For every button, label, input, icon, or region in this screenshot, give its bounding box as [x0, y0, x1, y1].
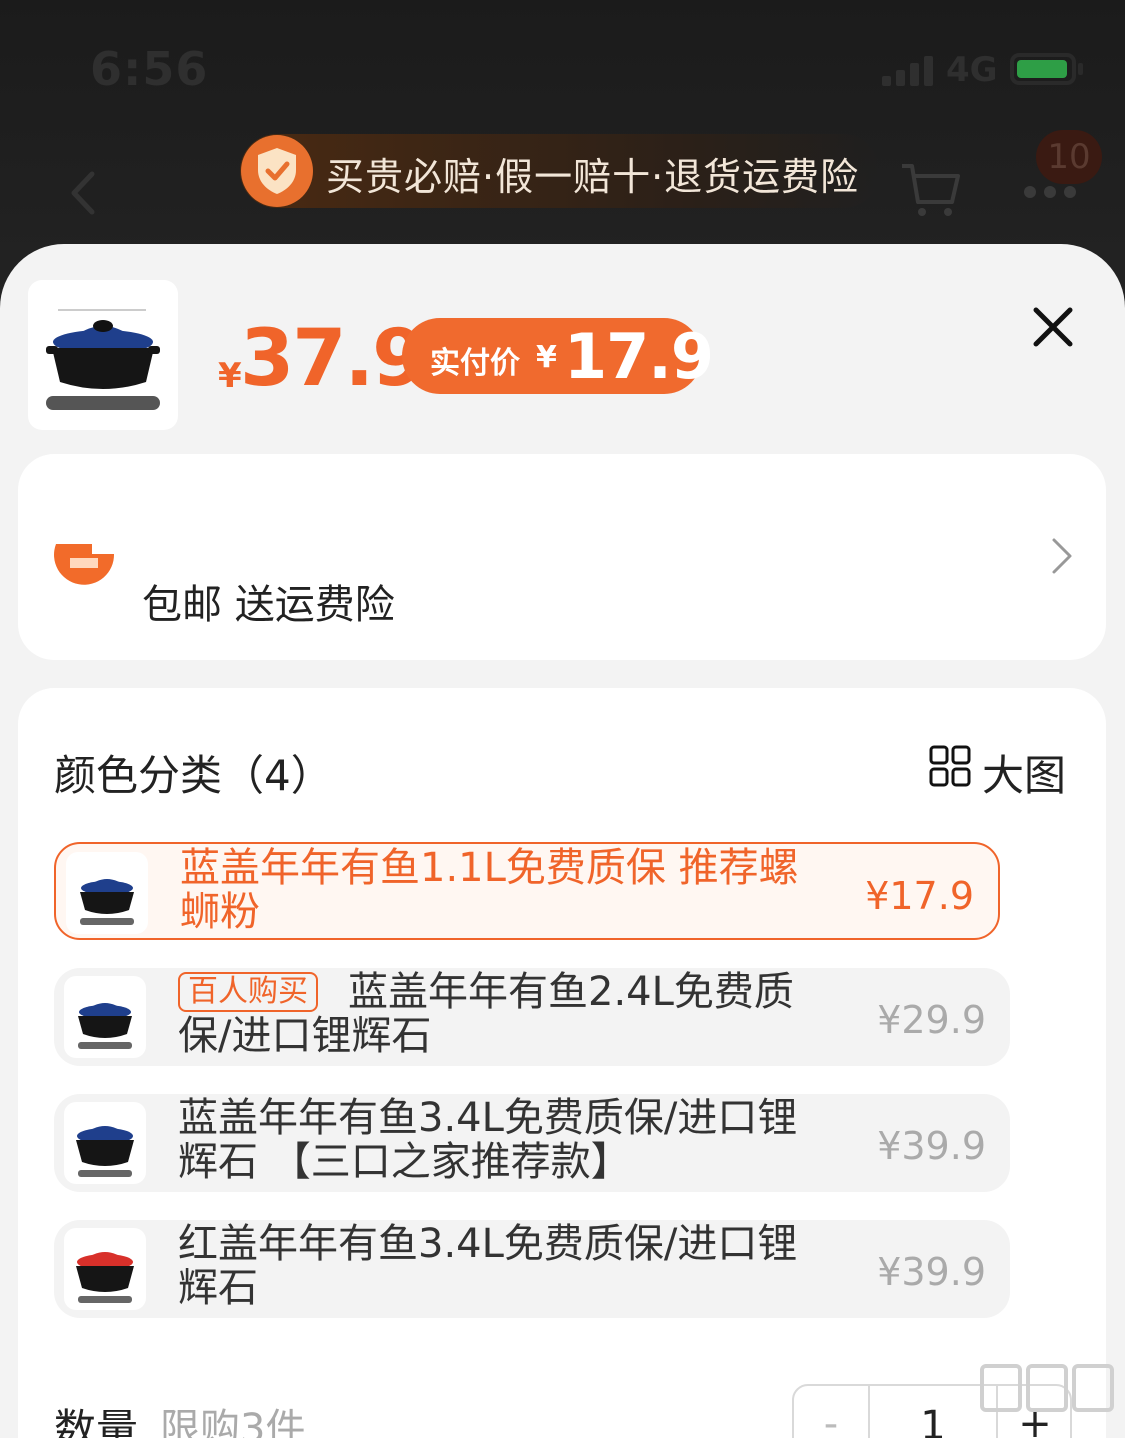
option-price: ¥17.9 — [865, 874, 974, 918]
grid-view-icon[interactable] — [928, 744, 972, 788]
cart-count-badge: 10 — [1036, 130, 1102, 184]
battery-nub — [1078, 63, 1083, 75]
watermark-logo — [980, 1364, 1114, 1412]
chevron-right-icon[interactable] — [1048, 536, 1076, 576]
option-row-1[interactable]: 蓝盖年年有鱼1.1L免费质保 推荐螺蛳粉 ¥17.9 — [54, 842, 1000, 940]
paid-price-currency: ¥ — [536, 340, 557, 375]
popular-tag: 百人购买 — [178, 972, 318, 1012]
option-price: ¥39.9 — [877, 1250, 986, 1294]
paid-price-value: 17.9 — [564, 320, 714, 393]
shield-icon — [241, 135, 313, 207]
option-name-wrapper: 百人购买 蓝盖年年有鱼2.4L免费质保/进口锂辉石 — [178, 970, 828, 1058]
option-name: 红盖年年有鱼3.4L免费质保/进口锂辉石 — [178, 1221, 798, 1311]
quantity-label: 数量 — [54, 1405, 139, 1438]
options-title: 颜色分类（4） — [54, 751, 333, 800]
guarantee-text: 买贵必赔·假一赔十·退货运费险 — [326, 155, 860, 199]
product-thumbnail[interactable] — [28, 280, 178, 430]
back-icon[interactable] — [60, 168, 110, 218]
option-row-2[interactable]: 百人购买 蓝盖年年有鱼2.4L免费质保/进口锂辉石 ¥29.9 — [54, 968, 1010, 1066]
paid-price-label: 实付价 — [430, 346, 520, 381]
option-thumbnail — [66, 852, 148, 934]
network-label: 4G — [946, 50, 998, 90]
quantity-limit: 限购3件 — [160, 1406, 306, 1438]
sku-sheet: ¥ 37.9 实付价 ¥ 17.9 包邮 送运费险 颜色分类（4） 大图 蓝盖年… — [0, 244, 1125, 1438]
option-row-3[interactable]: 蓝盖年年有鱼3.4L免费质保/进口锂辉石 【三口之家推荐款】 ¥39.9 — [54, 1094, 1010, 1192]
decrement-button[interactable]: - — [794, 1386, 870, 1438]
option-row-4[interactable]: 红盖年年有鱼3.4L免费质保/进口锂辉石 ¥39.9 — [54, 1220, 1010, 1318]
price-currency: ¥ — [218, 356, 242, 396]
option-thumbnail — [64, 1228, 146, 1310]
big-view-label[interactable]: 大图 — [982, 742, 1066, 803]
option-price: ¥39.9 — [877, 1124, 986, 1168]
close-icon[interactable] — [1028, 302, 1078, 352]
shipping-text: 包邮 送运费险 — [142, 582, 395, 628]
clay-pot-image — [46, 309, 160, 410]
option-thumbnail — [64, 1102, 146, 1184]
battery-icon — [1010, 53, 1076, 85]
status-time: 6:56 — [90, 42, 209, 96]
option-price: ¥29.9 — [877, 998, 986, 1042]
option-name: 蓝盖年年有鱼1.1L免费质保 推荐螺蛳粉 — [180, 845, 799, 935]
option-thumbnail — [64, 976, 146, 1058]
option-name: 蓝盖年年有鱼3.4L免费质保/进口锂辉石 【三口之家推荐款】 — [178, 1095, 798, 1185]
signal-icon — [882, 56, 933, 86]
delivery-logo-icon — [54, 544, 115, 585]
original-price: 37.9 — [240, 314, 426, 404]
cart-icon[interactable] — [898, 158, 962, 222]
